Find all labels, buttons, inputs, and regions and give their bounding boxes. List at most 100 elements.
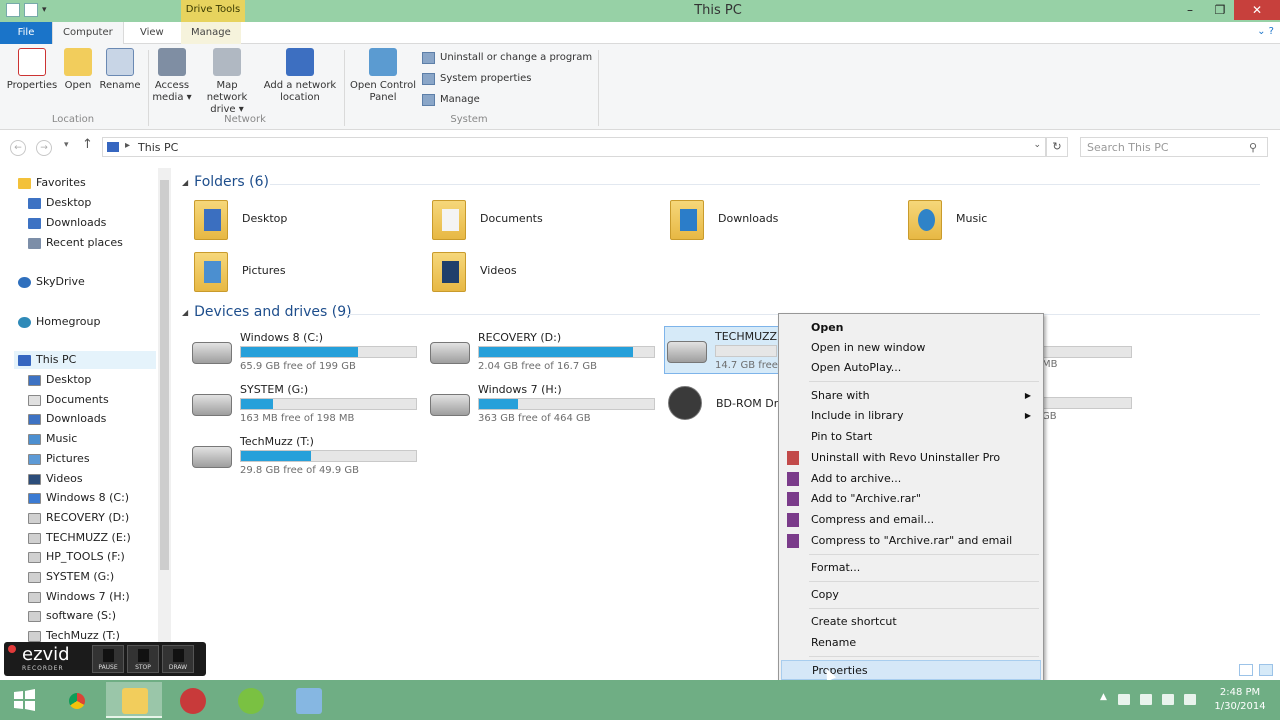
rename-button[interactable]: Rename: [98, 48, 142, 92]
up-arrow-icon[interactable]: ↑: [82, 137, 93, 152]
tray-overflow-icon[interactable]: ▲: [1100, 692, 1107, 702]
menu-revo-uninstall[interactable]: Uninstall with Revo Uninstaller Pro: [781, 448, 1041, 468]
help-icon[interactable]: ⌄ ?: [1257, 26, 1274, 37]
nav-item-pc-12[interactable]: software (S:): [28, 607, 154, 625]
chevron-down-icon[interactable]: ⌄: [1033, 140, 1041, 150]
folder-music[interactable]: Music: [908, 196, 1128, 244]
folder-documents[interactable]: Documents: [432, 196, 652, 244]
menu-share-with[interactable]: Share with ▶: [781, 386, 1041, 406]
menu-open-autoplay[interactable]: Open AutoPlay...: [781, 358, 1041, 378]
address-path[interactable]: This PC: [138, 141, 178, 154]
nav-item-pc-5[interactable]: Videos: [28, 470, 154, 488]
drive-tile[interactable]: TECHMUZZ 14.7 GB free: [664, 326, 784, 374]
nav-homegroup[interactable]: Homegroup: [18, 313, 148, 331]
menu-add-to-archive[interactable]: Add to archive...: [781, 469, 1041, 489]
drive-tile[interactable]: TechMuzz (T:) 29.8 GB free of 49.9 GB: [190, 432, 420, 480]
properties-button[interactable]: Properties: [6, 48, 58, 92]
back-button[interactable]: ←: [10, 140, 26, 156]
uninstall-program-button[interactable]: Uninstall or change a program: [422, 50, 592, 66]
menu-format[interactable]: Format...: [781, 558, 1041, 578]
system-properties-button[interactable]: System properties: [422, 71, 532, 87]
drive-tile[interactable]: Windows 7 (H:) 363 GB free of 464 GB: [428, 380, 658, 428]
recent-places-icon: [28, 238, 41, 249]
add-network-location-button[interactable]: Add a network location: [262, 48, 338, 104]
nav-skydrive[interactable]: SkyDrive: [18, 273, 148, 291]
drives-section-header[interactable]: ◢ Devices and drives (9): [182, 304, 352, 320]
nav-item-pc-3[interactable]: Music: [28, 430, 154, 448]
menu-pin-to-start[interactable]: Pin to Start: [781, 427, 1041, 447]
taskbar-chrome[interactable]: [48, 682, 104, 718]
nav-item-pc-10[interactable]: SYSTEM (G:): [28, 568, 154, 586]
nav-item-pc-4[interactable]: Pictures: [28, 450, 154, 468]
menu-rename[interactable]: Rename: [781, 633, 1041, 653]
taskbar-app-green[interactable]: [222, 682, 278, 718]
tab-view[interactable]: View: [130, 22, 174, 44]
stop-button[interactable]: STOP: [127, 645, 159, 673]
tab-computer[interactable]: Computer: [52, 22, 124, 44]
menu-open[interactable]: Open: [781, 318, 1041, 338]
nav-item-pc-2[interactable]: Downloads: [28, 410, 154, 428]
battery-icon[interactable]: [1162, 694, 1174, 705]
menu-open-new-window[interactable]: Open in new window: [781, 338, 1041, 358]
folders-section-header[interactable]: ◢ Folders (6): [182, 174, 269, 190]
nav-item-pc-9[interactable]: HP_TOOLS (F:): [28, 548, 154, 566]
refresh-button[interactable]: ↻: [1046, 137, 1068, 157]
menu-compress-email[interactable]: Compress and email...: [781, 510, 1041, 530]
nav-item-pc-0[interactable]: Desktop: [28, 371, 154, 389]
nav-item-pc-11[interactable]: Windows 7 (H:): [28, 588, 154, 606]
search-input[interactable]: [1080, 137, 1268, 157]
drive-tile[interactable]: RECOVERY (D:) 2.04 GB free of 16.7 GB: [428, 328, 658, 376]
menu-create-shortcut[interactable]: Create shortcut: [781, 612, 1041, 632]
flag-icon[interactable]: [1118, 694, 1130, 705]
manage-button[interactable]: Manage: [422, 92, 480, 108]
map-network-drive-button[interactable]: Map network drive ▾: [195, 48, 259, 116]
tab-file[interactable]: File: [0, 22, 52, 44]
network-icon[interactable]: [1140, 694, 1152, 705]
nav-item-pc-8[interactable]: TECHMUZZ (E:): [28, 529, 154, 547]
menu-compress-rar-email[interactable]: Compress to "Archive.rar" and email: [781, 531, 1041, 551]
collapse-icon[interactable]: ◢: [182, 308, 188, 317]
volume-icon[interactable]: [1184, 694, 1196, 705]
tiles-view-icon[interactable]: [1259, 664, 1273, 676]
menu-include-in-library[interactable]: Include in library ▶: [781, 406, 1041, 426]
minimize-button[interactable]: –: [1176, 0, 1204, 20]
pause-button[interactable]: PAUSE: [92, 645, 124, 673]
collapse-icon[interactable]: ◢: [182, 178, 188, 187]
open-button[interactable]: Open: [60, 48, 96, 92]
restore-button[interactable]: ❐: [1206, 0, 1234, 20]
nav-scrollbar-thumb[interactable]: [160, 180, 169, 570]
search-icon[interactable]: ⚲: [1249, 141, 1257, 154]
nav-item-downloads[interactable]: Downloads: [28, 214, 148, 232]
folder-downloads[interactable]: Downloads: [670, 196, 890, 244]
tab-manage[interactable]: Manage: [181, 22, 241, 44]
folder-videos[interactable]: Videos: [432, 248, 652, 296]
drive-tile[interactable]: Windows 8 (C:) 65.9 GB free of 199 GB: [190, 328, 420, 376]
access-media-button[interactable]: Access media ▾: [152, 48, 192, 104]
draw-button[interactable]: DRAW: [162, 645, 194, 673]
chevron-right-icon[interactable]: ▸: [125, 140, 130, 151]
taskbar-clock[interactable]: 2:48 PM 1/30/2014: [1210, 686, 1270, 714]
menu-copy[interactable]: Copy: [781, 585, 1041, 605]
drive-tile[interactable]: SYSTEM (G:) 163 MB free of 198 MB: [190, 380, 420, 428]
address-bar[interactable]: ▸ This PC ⌄: [102, 137, 1046, 157]
recent-locations-icon[interactable]: ▾: [64, 140, 69, 150]
taskbar-app-blue[interactable]: [280, 682, 336, 718]
forward-button[interactable]: →: [36, 140, 52, 156]
nav-item-pc-7[interactable]: RECOVERY (D:): [28, 509, 154, 527]
nav-this-pc[interactable]: This PC: [14, 351, 156, 369]
nav-favorites[interactable]: Favorites: [18, 174, 148, 192]
taskbar-file-explorer[interactable]: [106, 682, 162, 718]
nav-item-pc-1[interactable]: Documents: [28, 391, 154, 409]
folder-pictures[interactable]: Pictures: [194, 248, 414, 296]
close-button[interactable]: ✕: [1234, 0, 1280, 20]
menu-properties[interactable]: Properties: [781, 660, 1041, 680]
nav-item-recent-places[interactable]: Recent places: [28, 234, 148, 252]
nav-item-desktop[interactable]: Desktop: [28, 194, 148, 212]
details-view-icon[interactable]: [1239, 664, 1253, 676]
folder-desktop[interactable]: Desktop: [194, 196, 414, 244]
taskbar-app-recorder[interactable]: [164, 682, 220, 718]
nav-item-pc-6[interactable]: Windows 8 (C:): [28, 489, 154, 507]
start-button[interactable]: [4, 684, 44, 716]
open-control-panel-button[interactable]: Open Control Panel: [348, 48, 418, 104]
menu-add-to-archive-rar[interactable]: Add to "Archive.rar": [781, 489, 1041, 509]
